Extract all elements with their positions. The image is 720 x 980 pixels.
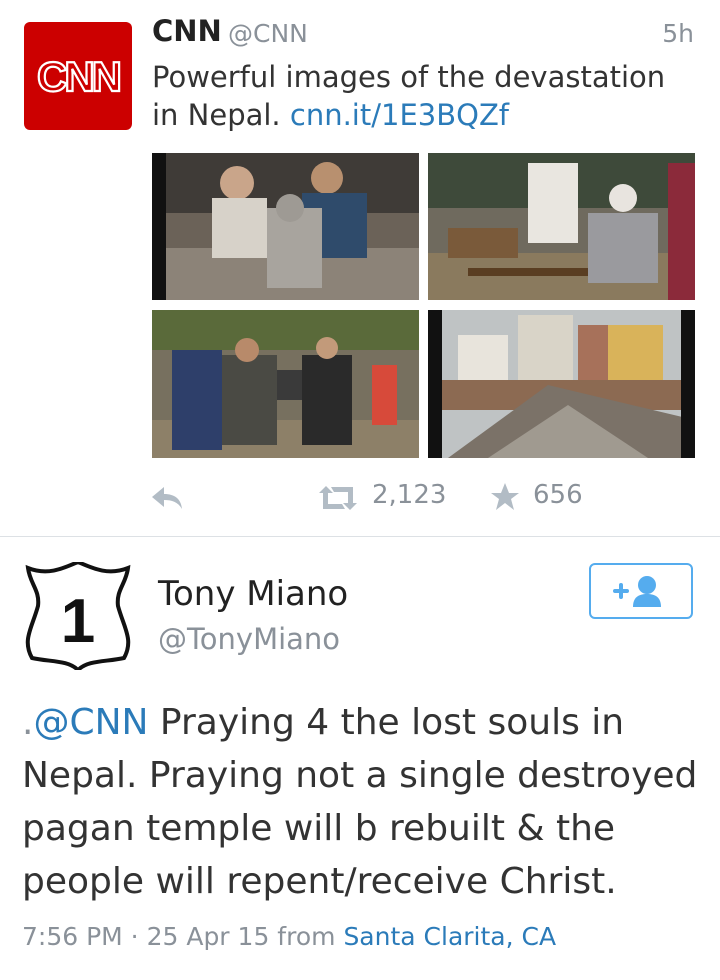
retweet-count: 2,123 (372, 480, 447, 510)
favorite-count: 656 (533, 480, 583, 510)
author-name[interactable]: CNN (152, 14, 222, 48)
tweet-meta: 7:56 PM · 25 Apr 15 from Santa Clarita, … (22, 922, 556, 951)
tweet-link[interactable]: cnn.it/1E3BQZf (290, 98, 509, 132)
mention-link[interactable]: @CNN (33, 702, 148, 743)
tweet-text-2: .@CNN Praying 4 the lost souls in Nepal.… (22, 696, 702, 908)
cnn-avatar[interactable]: CNN (24, 22, 132, 130)
favorite-icon[interactable] (490, 482, 520, 512)
author-name-2[interactable]: Tony Miano (158, 574, 348, 614)
location-link[interactable]: Santa Clarita, CA (343, 922, 556, 951)
avatar-number: 1 (61, 587, 95, 656)
divider (0, 536, 720, 537)
retweet-icon[interactable] (316, 484, 360, 512)
follow-button[interactable] (589, 563, 693, 619)
cnn-logo-text: CNN (37, 53, 120, 100)
meta-separator: · (122, 922, 147, 951)
follow-icon (613, 576, 661, 607)
cnn-logo: CNN (36, 52, 124, 101)
text-prefix: . (22, 702, 34, 743)
tweet-time-2: 7:56 PM (22, 922, 123, 951)
tweet-date: 25 Apr 15 (146, 922, 270, 951)
tweet-photo-1[interactable] (152, 153, 419, 300)
tweet-text: Powerful images of the devastation in Ne… (152, 58, 692, 134)
author-handle-2[interactable]: @TonyMiano (158, 622, 340, 656)
tony-avatar[interactable]: 1 (22, 559, 134, 673)
reply-icon[interactable] (150, 484, 184, 512)
tweet-photo-2[interactable] (428, 153, 695, 300)
tweet-photo-4[interactable] (428, 310, 695, 458)
tweet-time[interactable]: 5h (662, 19, 694, 48)
author-handle[interactable]: @CNN (228, 19, 308, 48)
from-label: from (269, 922, 344, 951)
tweet-photo-3[interactable] (152, 310, 419, 458)
